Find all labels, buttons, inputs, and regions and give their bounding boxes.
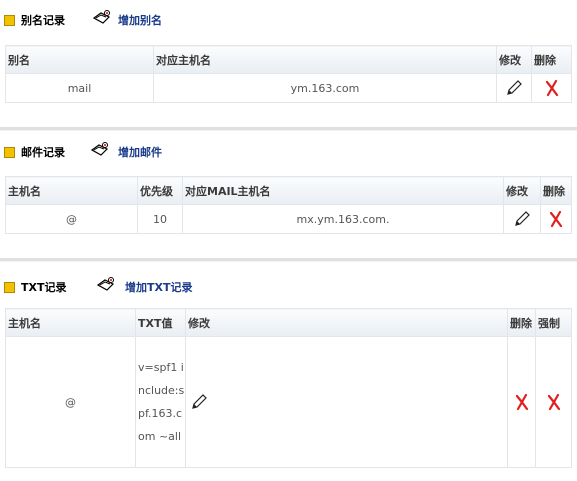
red-x-icon[interactable] xyxy=(548,210,564,228)
txt-value-text: v=spf1 include:spf.163.com ~all xyxy=(138,361,185,443)
txt-section-title: TXT记录 xyxy=(21,281,67,294)
delete-cell xyxy=(540,204,572,234)
table-row: @ 10 mx.ym.163.com. xyxy=(5,204,572,234)
add-record-icon[interactable] xyxy=(92,9,112,27)
col-header-priority: 优先级 xyxy=(137,176,183,205)
host-cell: @ xyxy=(5,204,138,234)
add-record-icon[interactable] xyxy=(90,141,110,159)
priority-cell: 10 xyxy=(137,204,183,234)
red-x-icon[interactable] xyxy=(544,79,560,97)
red-x-icon[interactable] xyxy=(546,393,562,411)
col-header-target-host: 对应主机名 xyxy=(153,45,497,74)
col-header-delete: 删除 xyxy=(507,308,536,337)
alias-cell: mail xyxy=(5,73,154,103)
txt-section-header: TXT记录 增加TXT记录 xyxy=(0,276,577,298)
col-header-host: 主机名 xyxy=(5,308,136,337)
section-divider xyxy=(0,258,577,262)
mail-table: 主机名 优先级 对应MAIL主机名 修改 删除 @ 10 mx.ym.163.c… xyxy=(5,176,572,234)
edit-cell xyxy=(503,204,541,234)
edit-cell xyxy=(185,336,508,468)
col-header-mail-host: 对应MAIL主机名 xyxy=(182,176,504,205)
alias-table: 别名 对应主机名 修改 删除 mail ym.163.com xyxy=(5,45,572,103)
col-header-txt-value: TXT值 xyxy=(135,308,186,337)
host-cell: @ xyxy=(5,336,136,468)
target-host-cell: ym.163.com xyxy=(153,73,497,103)
bullet-square-icon xyxy=(4,282,15,293)
add-mail-link[interactable]: 增加邮件 xyxy=(118,144,162,160)
add-txt-link[interactable]: 增加TXT记录 xyxy=(125,279,193,295)
col-header-edit: 修改 xyxy=(185,308,508,337)
alias-section-title: 别名记录 xyxy=(21,14,65,27)
mail-section-header: 邮件记录 增加邮件 xyxy=(0,141,577,163)
txt-value-cell: v=spf1 include:spf.163.com ~all xyxy=(135,336,186,468)
col-header-delete: 删除 xyxy=(540,176,572,205)
col-header-host: 主机名 xyxy=(5,176,138,205)
txt-table: 主机名 TXT值 修改 删除 强制 @ v=spf1 include:spf.1… xyxy=(5,308,572,468)
col-header-edit: 修改 xyxy=(496,45,532,74)
force-cell xyxy=(535,336,572,468)
bullet-square-icon xyxy=(4,147,15,158)
mail-section-title: 邮件记录 xyxy=(21,146,65,159)
table-header-row: 主机名 TXT值 修改 删除 强制 xyxy=(5,308,572,337)
bullet-square-icon xyxy=(4,15,15,26)
pencil-icon[interactable] xyxy=(190,393,208,411)
mail-host-cell: mx.ym.163.com. xyxy=(182,204,504,234)
col-header-delete: 删除 xyxy=(531,45,572,74)
edit-cell xyxy=(496,73,532,103)
table-header-row: 主机名 优先级 对应MAIL主机名 修改 删除 xyxy=(5,176,572,205)
add-record-icon[interactable] xyxy=(96,276,116,294)
alias-section-header: 别名记录 增加别名 xyxy=(0,9,577,31)
delete-cell xyxy=(507,336,536,468)
col-header-edit: 修改 xyxy=(503,176,541,205)
pencil-icon[interactable] xyxy=(513,210,531,228)
section-divider xyxy=(0,127,577,131)
add-alias-link[interactable]: 增加别名 xyxy=(118,12,162,28)
table-header-row: 别名 对应主机名 修改 删除 xyxy=(5,45,572,74)
pencil-icon[interactable] xyxy=(505,79,523,97)
red-x-icon[interactable] xyxy=(514,393,530,411)
col-header-alias: 别名 xyxy=(5,45,154,74)
delete-cell xyxy=(531,73,572,103)
table-row: mail ym.163.com xyxy=(5,73,572,103)
table-row: @ v=spf1 include:spf.163.com ~all xyxy=(5,336,572,468)
col-header-force: 强制 xyxy=(535,308,572,337)
